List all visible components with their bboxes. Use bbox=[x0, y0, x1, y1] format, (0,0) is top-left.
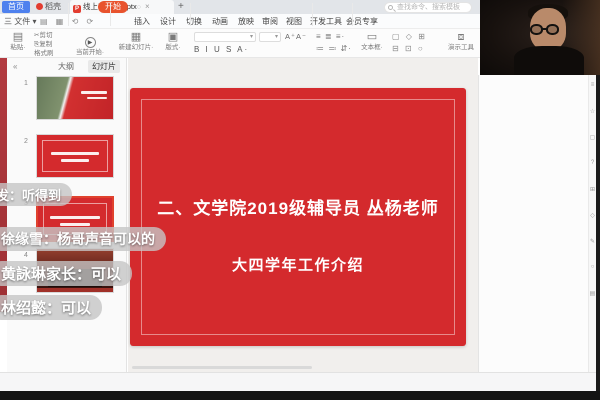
tab-insert[interactable]: 插入 bbox=[134, 14, 150, 29]
font-family-select[interactable]: ▾ bbox=[194, 32, 256, 42]
current-slide[interactable]: 二、文学院2019级辅导员 丛杨老师 大四学年工作介绍 bbox=[130, 88, 466, 346]
align-buttons-row2[interactable]: ≔ ≕ ⇵· bbox=[316, 44, 352, 53]
sidebar-icon-comment[interactable]: ▢ bbox=[589, 134, 596, 141]
tab-design[interactable]: 设计 bbox=[160, 14, 176, 29]
sidebar-icon-star[interactable]: ☆ bbox=[589, 108, 596, 115]
docer-tab[interactable]: 稻壳 bbox=[36, 1, 61, 13]
thumbnail-1-photo bbox=[37, 77, 113, 119]
monitor-icon: ⧈ bbox=[444, 31, 478, 44]
tab-slideshow[interactable]: 放映 bbox=[238, 14, 254, 29]
tab-slides[interactable]: 幻灯片 bbox=[88, 60, 120, 73]
new-slide-icon: ▦ bbox=[114, 31, 158, 44]
paste-button[interactable]: ▤ 粘贴· bbox=[6, 31, 30, 52]
right-sidebar-strip bbox=[588, 75, 596, 372]
thumbnail-2-frame bbox=[42, 140, 108, 172]
tab-transition[interactable]: 切换 bbox=[186, 14, 202, 29]
panel-collapse-icon[interactable]: « bbox=[13, 62, 17, 71]
ppt-file-icon: P bbox=[73, 5, 81, 13]
tab-animation[interactable]: 动画 bbox=[212, 14, 228, 29]
slide-number-1: 1 bbox=[24, 80, 28, 87]
new-slide-button[interactable]: ▦ 新建幻灯片· bbox=[114, 31, 158, 52]
file-menu[interactable]: 三 文件 ▾ bbox=[4, 14, 36, 29]
sidebar-icon-grid[interactable]: ⊞ bbox=[589, 186, 596, 193]
slide-thumbnail-1[interactable] bbox=[36, 76, 114, 120]
layout-button[interactable]: ▣ 版式· bbox=[160, 31, 186, 52]
shape-buttons[interactable]: ▢ ◇ ⊞ bbox=[392, 32, 427, 41]
sidebar-icon-doc[interactable]: ▤ bbox=[589, 290, 596, 297]
webcam-video-overlay bbox=[480, 0, 600, 75]
sync-icon: ○ bbox=[137, 4, 141, 11]
search-icon bbox=[388, 5, 393, 10]
sidebar-icon-circle[interactable]: ○ bbox=[589, 264, 596, 270]
sidebar-icon-properties[interactable]: ≡ bbox=[589, 82, 596, 88]
align-buttons-row1[interactable]: ≡ ≣ ≡· bbox=[316, 32, 345, 41]
format-painter-button[interactable]: 格式刷 bbox=[34, 49, 54, 58]
slide-number-2: 2 bbox=[24, 138, 28, 145]
tab-review[interactable]: 审阅 bbox=[262, 14, 278, 29]
font-size-select[interactable]: ▾ bbox=[259, 32, 281, 42]
slide-title-line2: 大四学年工作介绍 bbox=[130, 254, 466, 275]
slide-number-4: 4 bbox=[24, 252, 28, 259]
font-format-buttons[interactable]: B І U S A· bbox=[194, 45, 249, 54]
play-icon: ▶ bbox=[85, 37, 96, 48]
person-body bbox=[514, 46, 584, 75]
tab-devtools[interactable]: 开发工具 bbox=[310, 14, 342, 29]
arrange-buttons[interactable]: ⊟ ⊡ ○ bbox=[392, 44, 425, 53]
chat-message: 中发：听得到 bbox=[0, 183, 72, 206]
docer-icon bbox=[36, 3, 43, 10]
glasses-bridge bbox=[542, 28, 548, 30]
new-tab-button[interactable]: + bbox=[178, 0, 184, 14]
screen-letterbox-bottom bbox=[0, 391, 600, 400]
layout-icon: ▣ bbox=[160, 31, 186, 44]
tab-outline[interactable]: 大纲 bbox=[58, 61, 74, 72]
cut-button[interactable]: ✂剪切 bbox=[34, 31, 52, 40]
textbox-icon: ▭ bbox=[356, 31, 388, 44]
sidebar-icon-shape[interactable]: ◇ bbox=[589, 212, 596, 219]
search-input[interactable]: 查找命令、搜索模板 bbox=[384, 2, 472, 13]
close-tab-icon[interactable]: × bbox=[145, 2, 150, 11]
slide-title-line1: 二、文学院2019级辅导员 丛杨老师 bbox=[130, 194, 466, 219]
play-from-current-button[interactable]: ▶ 当前开始· bbox=[72, 31, 108, 57]
screen-letterbox-right bbox=[596, 75, 600, 391]
chat-message: 黄詠琳家长：可以 bbox=[0, 261, 132, 286]
textbox-button[interactable]: ▭ 文本框· bbox=[356, 31, 388, 52]
sidebar-icon-edit[interactable]: ✎ bbox=[589, 238, 596, 245]
tab-member[interactable]: 会员专享 bbox=[346, 14, 378, 29]
horizontal-scrollbar[interactable] bbox=[132, 366, 312, 369]
font-grow-shrink[interactable]: A⁺A⁻ bbox=[285, 32, 307, 41]
home-tab[interactable]: 首页 bbox=[2, 1, 30, 13]
slide-thumbnail-2[interactable] bbox=[36, 134, 114, 178]
presentation-tools-button[interactable]: ⧈ 演示工具 bbox=[444, 31, 478, 52]
chat-message: 徐缘雪：杨哥声音可以的 bbox=[0, 227, 166, 251]
paste-icon: ▤ bbox=[6, 31, 30, 44]
copy-button[interactable]: ⎘复制 bbox=[34, 40, 52, 49]
chat-message: 林绍懿：可以 bbox=[0, 295, 102, 320]
tab-start[interactable]: 开始 bbox=[98, 1, 128, 13]
status-bar bbox=[0, 372, 600, 391]
sidebar-icon-help[interactable]: ? bbox=[589, 160, 596, 166]
tab-view[interactable]: 视图 bbox=[286, 14, 302, 29]
object-properties-panel bbox=[478, 75, 588, 372]
